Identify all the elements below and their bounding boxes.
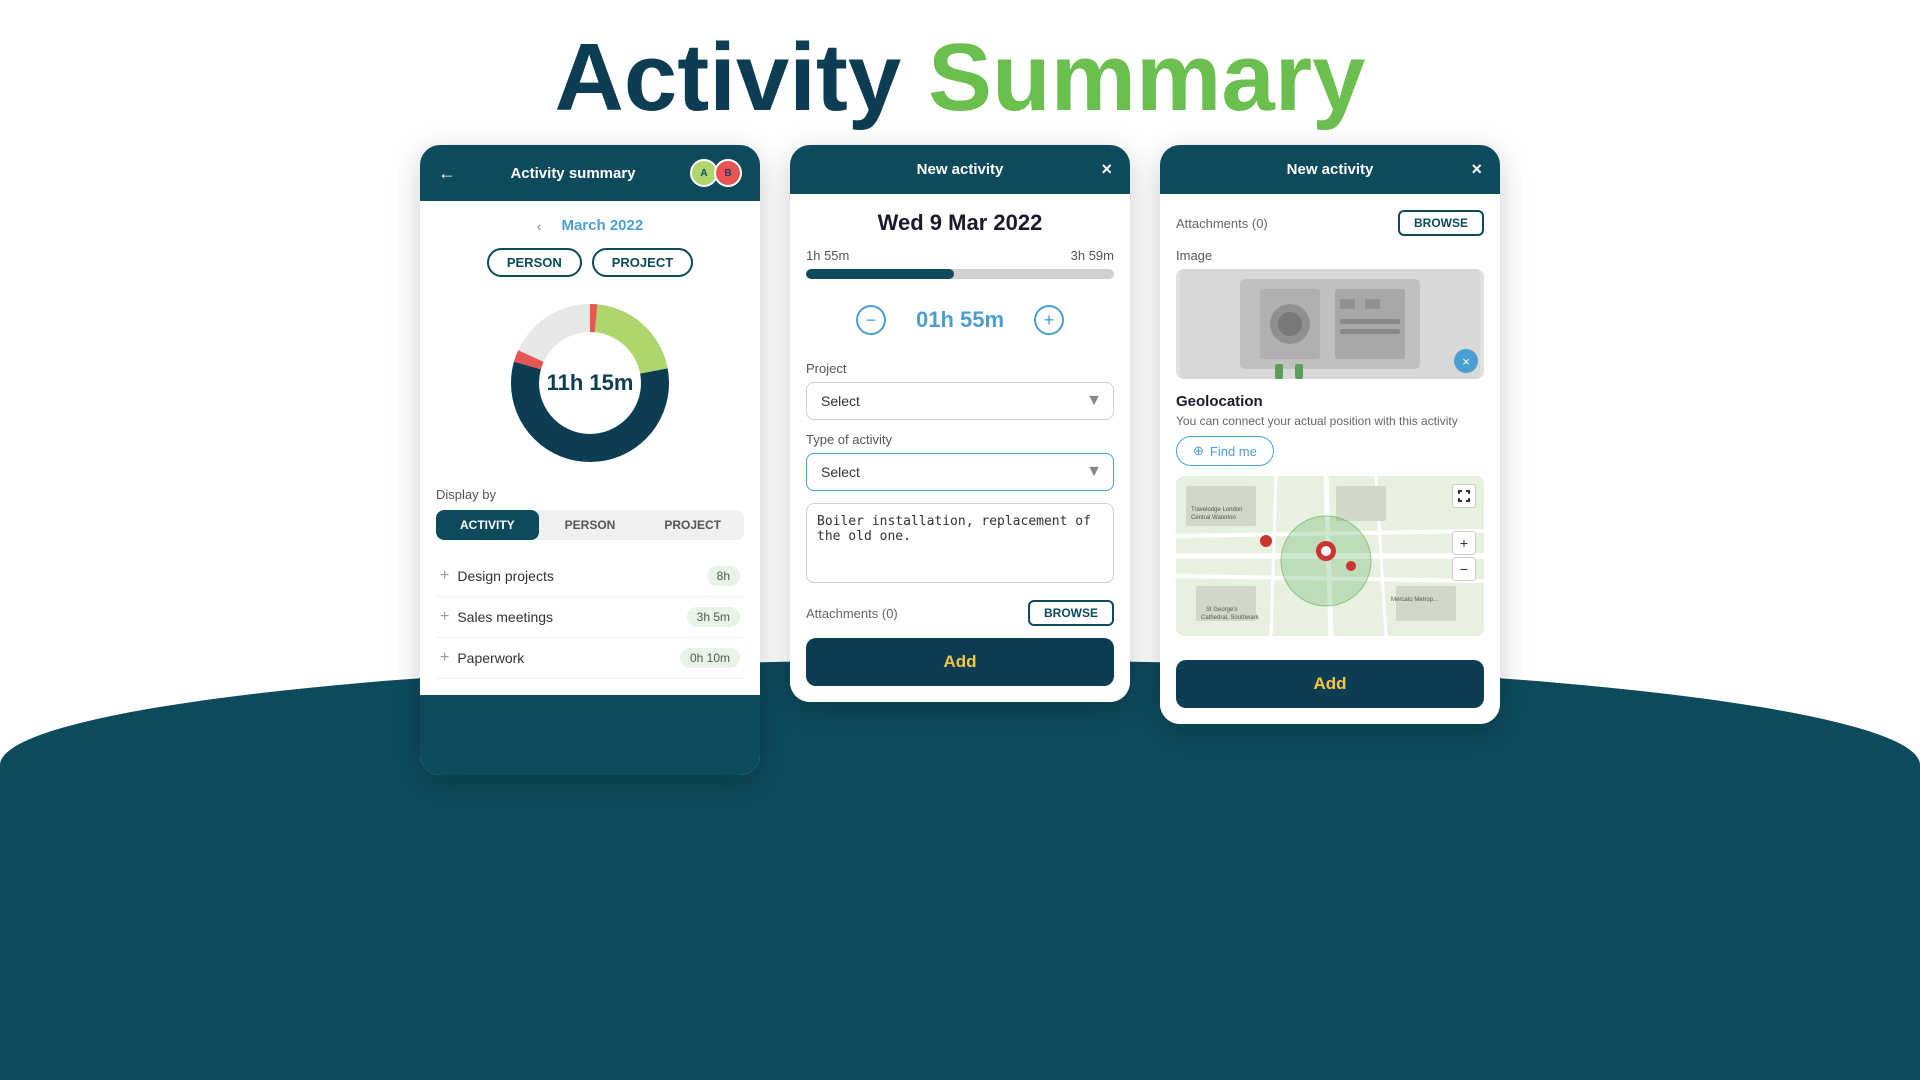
svg-text:Mercato Metrop...: Mercato Metrop...	[1391, 597, 1438, 603]
geolocation-section: Geolocation You can connect your actual …	[1176, 393, 1484, 636]
person-filter-btn[interactable]: PERSON	[487, 248, 582, 277]
geo-title: Geolocation	[1176, 393, 1484, 410]
decrease-time-btn[interactable]: −	[856, 305, 886, 335]
image-preview: ×	[1176, 269, 1484, 379]
map-zoom-controls: + −	[1452, 531, 1476, 581]
month-nav: ‹ March 2022	[436, 217, 744, 234]
card-new-activity: × New activity × Wed 9 Mar 2022 1h 55m 3…	[790, 145, 1130, 702]
image-label: Image	[1176, 248, 1484, 263]
date-display: Wed 9 Mar 2022	[806, 210, 1114, 236]
tab-activity[interactable]: ACTIVITY	[436, 510, 539, 540]
card3-body: Attachments (0) BROWSE Image	[1160, 194, 1500, 724]
card3-header: × New activity ×	[1160, 145, 1500, 194]
card2-body: Wed 9 Mar 2022 1h 55m 3h 59m − 01h 55m +…	[790, 194, 1130, 702]
item-time: 3h 5m	[687, 607, 740, 627]
card-activity-summary: ← Activity summary A B ‹ March 2022 PERS…	[420, 145, 760, 775]
attachments-row: Attachments (0) BROWSE	[806, 600, 1114, 626]
svg-text:Travelodge London: Travelodge London	[1191, 507, 1242, 513]
svg-text:St George's: St George's	[1206, 607, 1238, 613]
card2-header: × New activity ×	[790, 145, 1130, 194]
time-end: 3h 59m	[1071, 248, 1114, 263]
expand-icon[interactable]: +	[440, 567, 449, 585]
find-me-btn[interactable]: ⊕ Find me	[1176, 436, 1274, 466]
card3-attachments-row: Attachments (0) BROWSE	[1176, 210, 1484, 236]
progress-fill	[806, 269, 954, 279]
attach-label: Attachments (0)	[806, 606, 898, 621]
card3-browse-button[interactable]: BROWSE	[1398, 210, 1484, 236]
map-container: Travelodge London Central Waterloo St Ge…	[1176, 476, 1484, 636]
filter-buttons: PERSON PROJECT	[436, 248, 744, 277]
header-activity: Activity	[555, 24, 902, 131]
location-icon: ⊕	[1193, 443, 1204, 459]
card1-body: ‹ March 2022 PERSON PROJECT	[420, 201, 760, 695]
tab-person[interactable]: PERSON	[539, 510, 642, 540]
list-item: + Paperwork 0h 10m	[436, 638, 744, 679]
close-icon-3[interactable]: ×	[1471, 159, 1482, 180]
card1-header: ← Activity summary A B	[420, 145, 760, 201]
project-label: Project	[806, 361, 1114, 376]
activity-type-select[interactable]: Select	[806, 453, 1114, 491]
header-summary: Summary	[928, 24, 1366, 131]
donut-chart-container: 11h 15m	[436, 293, 744, 473]
activity-select-wrap: Select ▼	[806, 453, 1114, 491]
project-select-wrap: Select ▼	[806, 382, 1114, 420]
time-value: 01h 55m	[916, 307, 1004, 333]
card2-title: New activity	[819, 161, 1102, 178]
svg-text:Central Waterloo: Central Waterloo	[1191, 515, 1236, 521]
card1-footer	[420, 695, 760, 775]
page-header: Activity Summary	[0, 0, 1920, 146]
project-filter-btn[interactable]: PROJECT	[592, 248, 693, 277]
expand-icon[interactable]: +	[440, 649, 449, 667]
donut-label: 11h 15m	[547, 370, 634, 396]
avatar-group: A B	[690, 159, 742, 187]
card-new-activity-detail: × New activity × Attachments (0) BROWSE …	[1160, 145, 1500, 724]
increase-time-btn[interactable]: +	[1034, 305, 1064, 335]
item-name: Design projects	[457, 568, 554, 584]
item-name: Paperwork	[457, 650, 524, 666]
item-time: 8h	[707, 566, 740, 586]
cards-container: ← Activity summary A B ‹ March 2022 PERS…	[0, 145, 1920, 775]
item-time: 0h 10m	[680, 648, 740, 668]
progress-bar	[806, 269, 1114, 279]
project-select[interactable]: Select	[806, 382, 1114, 420]
prev-month-arrow[interactable]: ‹	[537, 218, 542, 234]
avatar-2: B	[714, 159, 742, 187]
donut-chart: 11h 15m	[500, 293, 680, 473]
time-control: − 01h 55m +	[806, 295, 1114, 345]
geo-desc: You can connect your actual position wit…	[1176, 414, 1484, 428]
month-label: March 2022	[561, 217, 643, 234]
map-expand-btn[interactable]	[1452, 484, 1476, 508]
list-item: + Design projects 8h	[436, 556, 744, 597]
browse-button[interactable]: BROWSE	[1028, 600, 1114, 626]
card1-title: Activity summary	[456, 165, 690, 182]
notes-textarea[interactable]: Boiler installation, replacement of the …	[806, 503, 1114, 583]
remove-image-btn[interactable]: ×	[1454, 349, 1478, 373]
activity-type-label: Type of activity	[806, 432, 1114, 447]
progress-times: 1h 55m 3h 59m	[806, 248, 1114, 263]
display-tabs: ACTIVITY PERSON PROJECT	[436, 510, 744, 540]
zoom-out-btn[interactable]: −	[1452, 557, 1476, 581]
activity-list: + Design projects 8h + Sales meetings 3h…	[436, 556, 744, 679]
svg-text:Cathedral, Southwark: Cathedral, Southwark	[1201, 615, 1260, 621]
card3-title: New activity	[1189, 161, 1472, 178]
zoom-in-btn[interactable]: +	[1452, 531, 1476, 555]
close-icon[interactable]: ×	[1101, 159, 1112, 180]
item-name: Sales meetings	[457, 609, 553, 625]
add-button[interactable]: Add	[806, 638, 1114, 686]
list-item: + Sales meetings 3h 5m	[436, 597, 744, 638]
expand-icon[interactable]: +	[440, 608, 449, 626]
image-section: Image	[1176, 248, 1484, 379]
back-arrow-icon[interactable]: ←	[438, 163, 456, 184]
card3-attach-label: Attachments (0)	[1176, 216, 1268, 231]
find-me-label: Find me	[1210, 444, 1257, 459]
tab-project[interactable]: PROJECT	[641, 510, 744, 540]
display-by-label: Display by	[436, 487, 744, 502]
add-button-3[interactable]: Add	[1176, 660, 1484, 708]
progress-section: 1h 55m 3h 59m	[806, 248, 1114, 279]
time-start: 1h 55m	[806, 248, 849, 263]
